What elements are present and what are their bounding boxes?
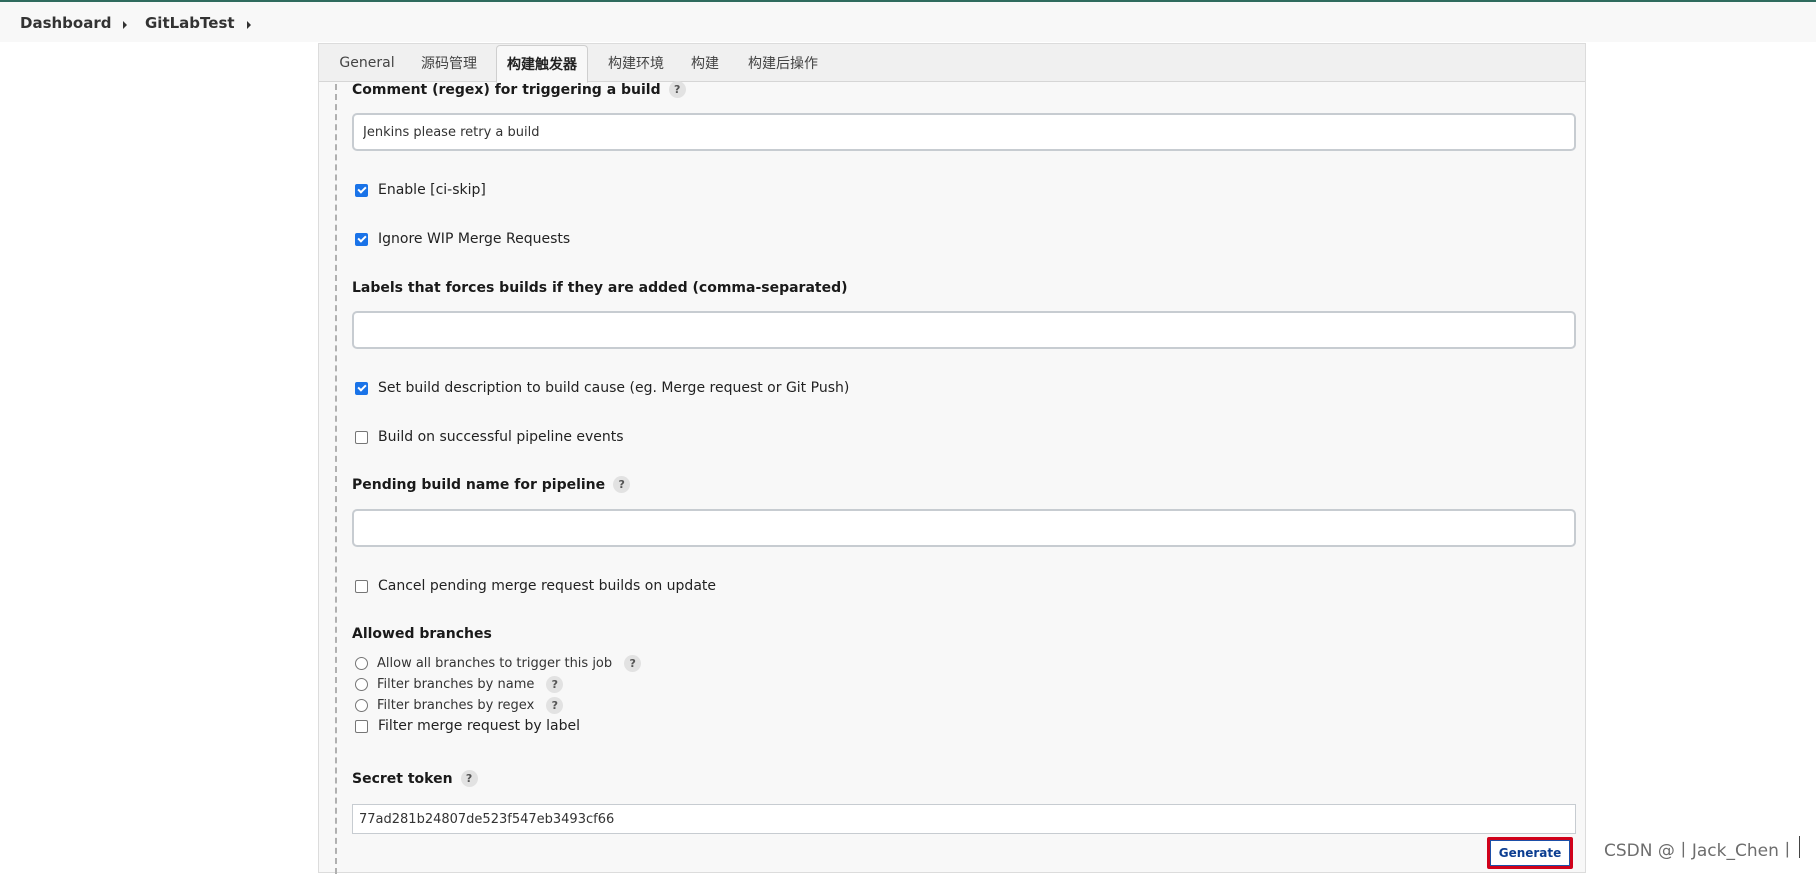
tab-source-management[interactable]: 源码管理 — [415, 44, 483, 82]
secret-token-input[interactable] — [352, 804, 1576, 834]
labels-force-label-text: Labels that forces builds if they are ad… — [352, 280, 848, 296]
pending-build-name-input[interactable] — [352, 509, 1576, 547]
help-icon[interactable]: ? — [546, 697, 564, 714]
comment-regex-label: Comment (regex) for triggering a build ? — [352, 81, 686, 98]
pending-build-name-label: Pending build name for pipeline ? — [352, 476, 631, 493]
branch-option-name-radio[interactable] — [355, 678, 368, 691]
branch-option-regex[interactable]: Filter branches by regex ? — [355, 697, 564, 714]
watermark: CSDN @丨Jack_Chen丨 — [1604, 841, 1796, 861]
ignore-wip-checkbox[interactable] — [355, 232, 368, 246]
branch-option-name-label: Filter branches by name — [377, 677, 535, 692]
cancel-pending-checkbox[interactable] — [355, 579, 368, 593]
section-indent-line — [335, 84, 337, 874]
allowed-branches-label-text: Allowed branches — [352, 626, 492, 642]
branch-option-all-label: Allow all branches to trigger this job — [377, 656, 613, 671]
help-icon[interactable]: ? — [546, 676, 564, 693]
branch-option-all[interactable]: Allow all branches to trigger this job ? — [355, 655, 642, 672]
help-icon[interactable]: ? — [668, 81, 686, 98]
comment-regex-label-text: Comment (regex) for triggering a build — [352, 81, 661, 98]
cancel-pending-label: Cancel pending merge request builds on u… — [378, 578, 717, 594]
labels-force-label: Labels that forces builds if they are ad… — [352, 280, 848, 296]
branch-option-name[interactable]: Filter branches by name ? — [355, 676, 564, 693]
set-build-desc-row[interactable]: Set build description to build cause (eg… — [355, 380, 849, 396]
breadcrumb-dashboard[interactable]: Dashboard — [20, 14, 111, 32]
tab-post-build[interactable]: 构建后操作 — [739, 44, 827, 82]
ignore-wip-row[interactable]: Ignore WIP Merge Requests — [355, 231, 570, 247]
build-pipeline-row[interactable]: Build on successful pipeline events — [355, 429, 624, 445]
set-build-desc-label: Set build description to build cause (eg… — [378, 380, 850, 396]
config-panel: General 源码管理 构建触发器 构建环境 构建 构建后操作 Comment… — [318, 43, 1586, 874]
allowed-branches-label: Allowed branches — [352, 626, 492, 642]
config-tabs: General 源码管理 构建触发器 构建环境 构建 构建后操作 — [319, 44, 1585, 83]
help-icon[interactable]: ? — [460, 770, 478, 787]
help-icon[interactable]: ? — [613, 476, 631, 493]
tab-build-triggers[interactable]: 构建触发器 — [496, 45, 588, 83]
set-build-desc-checkbox[interactable] — [355, 381, 368, 395]
branch-option-regex-radio[interactable] — [355, 699, 368, 712]
tab-build[interactable]: 构建 — [683, 44, 727, 82]
filter-mr-label-checkbox[interactable] — [355, 719, 368, 733]
filter-mr-label-text: Filter merge request by label — [378, 718, 580, 734]
secret-token-label: Secret token ? — [352, 770, 478, 787]
enable-ci-skip-row[interactable]: Enable [ci-skip] — [355, 182, 486, 198]
secret-token-label-text: Secret token — [352, 770, 453, 787]
breadcrumb-arrow-icon[interactable] — [123, 21, 127, 29]
cancel-pending-row[interactable]: Cancel pending merge request builds on u… — [355, 578, 716, 594]
build-pipeline-checkbox[interactable] — [355, 430, 368, 444]
pending-build-name-label-text: Pending build name for pipeline — [352, 476, 606, 493]
breadcrumb-arrow-icon[interactable] — [247, 21, 251, 29]
scrollbar-edge — [1799, 836, 1800, 858]
enable-ci-skip-label: Enable [ci-skip] — [378, 182, 486, 198]
header-bar: Dashboard GitLabTest — [0, 2, 1816, 42]
tab-general[interactable]: General — [331, 44, 403, 82]
enable-ci-skip-checkbox[interactable] — [355, 183, 368, 197]
help-icon[interactable]: ? — [624, 655, 642, 672]
branch-option-regex-label: Filter branches by regex — [377, 698, 535, 713]
generate-button[interactable]: Generate — [1487, 837, 1573, 869]
breadcrumb-job[interactable]: GitLabTest — [145, 14, 235, 32]
branch-option-all-radio[interactable] — [355, 657, 368, 670]
ignore-wip-label: Ignore WIP Merge Requests — [378, 231, 571, 247]
comment-regex-input[interactable] — [352, 113, 1576, 151]
filter-mr-label-row[interactable]: Filter merge request by label — [355, 718, 580, 734]
tab-build-environment[interactable]: 构建环境 — [600, 44, 672, 82]
labels-force-input[interactable] — [352, 311, 1576, 349]
build-pipeline-label: Build on successful pipeline events — [378, 429, 624, 445]
